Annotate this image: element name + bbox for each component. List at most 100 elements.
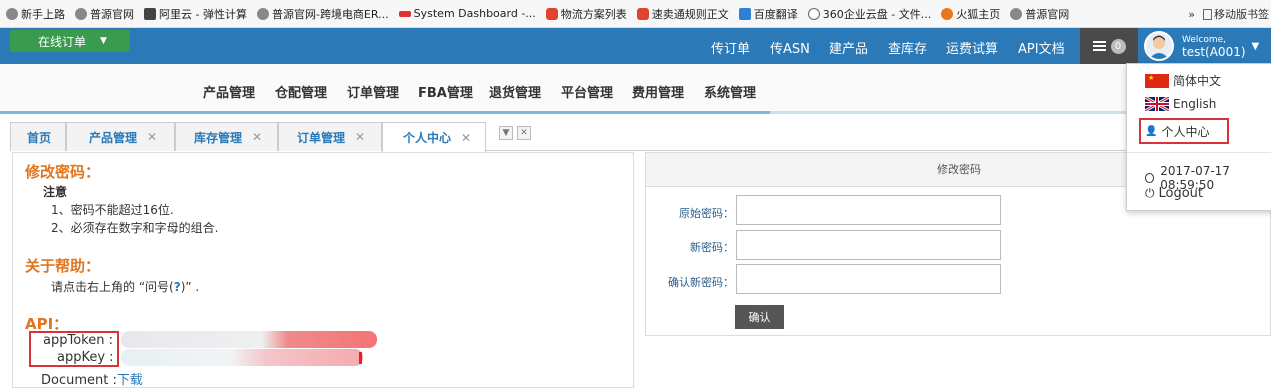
api-docs-link[interactable]: API文档 (1018, 38, 1065, 57)
close-icon[interactable]: ✕ (355, 130, 365, 144)
caret-down-icon: ▼ (100, 36, 107, 46)
user-menu-toggle[interactable]: Welcome, test(A001) ▼ (1138, 28, 1271, 64)
menu-accent-line (0, 111, 770, 114)
app-key-value-redacted (121, 349, 363, 366)
bookmark-item[interactable]: 百度翻译 (738, 6, 798, 22)
menu-fba-management[interactable]: FBA管理 (418, 82, 473, 101)
globe-icon (75, 7, 87, 20)
new-password-input[interactable] (736, 230, 1001, 260)
divider (1127, 152, 1271, 153)
menu-system-management[interactable]: 系统管理 (704, 82, 756, 101)
globe-icon (6, 7, 18, 20)
top-navbar: 在线订单 ▼ 传订单 传ASN 建产品 查库存 运费试算 API文档 0 Wel… (0, 28, 1271, 64)
close-icon[interactable]: ✕ (461, 131, 471, 145)
logout-option[interactable]: ⏻ Logout (1145, 186, 1203, 201)
bookmark-item[interactable]: 360企业云盘 - 文件... (807, 6, 931, 22)
close-icon[interactable]: ✕ (252, 130, 262, 144)
message-list-icon (1092, 41, 1106, 51)
uk-flag-icon (1145, 97, 1169, 111)
messages-button[interactable]: 0 (1080, 28, 1138, 64)
check-inventory-link[interactable]: 查库存 (888, 38, 927, 57)
menu-product-management[interactable]: 产品管理 (203, 82, 255, 101)
tab-home[interactable]: 首页 (10, 122, 66, 151)
cloud-icon (807, 7, 820, 20)
menu-fee-management[interactable]: 费用管理 (632, 82, 684, 101)
password-rule-2: 2、必须存在数字和字母的组合. (51, 221, 219, 235)
help-text: 请点击右上角的 “问号(?)” . (51, 280, 200, 294)
user-icon: 👤 (1145, 126, 1158, 137)
bookmarks-overflow: » 移动版书签 (1188, 0, 1271, 27)
create-product-link[interactable]: 建产品 (829, 38, 868, 57)
user-dropdown-menu: ★ 简体中文 English 👤 个人中心 2017-07-17 08:59:5… (1126, 63, 1271, 211)
system-icon (398, 10, 411, 17)
language-en-option[interactable]: English (1145, 97, 1216, 111)
bookmark-item[interactable]: 阿里云 - 弹性计算 (144, 6, 247, 22)
tab-list-dropdown-icon[interactable]: ▼ (499, 126, 513, 140)
confirm-password-input[interactable] (736, 264, 1001, 294)
app-token-label: appToken : (43, 333, 113, 348)
menu-order-management[interactable]: 订单管理 (347, 82, 399, 101)
help-title: 关于帮助： (25, 257, 101, 275)
confirm-button[interactable]: 确认 (735, 305, 784, 329)
bookmarks-more-button[interactable]: » (1188, 8, 1195, 21)
bookmark-item[interactable]: 普源官网 (75, 6, 134, 22)
document-row: Document :下载 (41, 373, 143, 388)
bookmark-item[interactable]: 新手上路 (6, 6, 65, 22)
translate-icon (738, 7, 751, 20)
personal-center-option[interactable]: 👤 个人中心 (1145, 123, 1209, 140)
bookmark-item[interactable]: 普源官网-跨境电商ER... (256, 6, 389, 22)
old-password-input[interactable] (736, 195, 1001, 225)
upload-order-link[interactable]: 传订单 (711, 38, 750, 57)
password-rule-1: 1、密码不能超过16位. (51, 203, 174, 217)
globe-icon (256, 7, 269, 20)
avatar (1144, 31, 1174, 61)
app-token-value-redacted (121, 331, 377, 348)
aliyun-icon (144, 7, 156, 20)
pocket-icon (636, 7, 649, 20)
pocket-icon (545, 7, 558, 20)
bookmark-item[interactable]: System Dashboard -... (398, 7, 536, 20)
bookmarks-bar: 新手上路 普源官网 阿里云 - 弹性计算 普源官网-跨境电商ER... Syst… (0, 0, 1271, 28)
note-label: 注意 (43, 185, 68, 199)
online-order-button[interactable]: 在线订单 ▼ (10, 30, 130, 52)
language-zh-option[interactable]: ★ 简体中文 (1145, 72, 1221, 89)
freight-estimate-link[interactable]: 运费试算 (946, 38, 998, 57)
main-menu: 产品管理 仓配管理 订单管理 FBA管理 退货管理 平台管理 费用管理 系统管理 (0, 64, 1271, 114)
bookmark-item[interactable]: 物流方案列表 (545, 6, 627, 22)
bookmark-item[interactable]: 普源官网 (1010, 6, 1069, 22)
tab-inventory-management[interactable]: 库存管理 ✕ (175, 122, 278, 151)
menu-platform-management[interactable]: 平台管理 (561, 82, 613, 101)
close-all-tabs-icon[interactable]: ✕ (517, 126, 531, 140)
redaction-edge (359, 352, 362, 364)
confirm-password-label: 确认新密码： (668, 276, 734, 289)
clock-icon (1145, 173, 1155, 183)
power-icon: ⏻ (1145, 186, 1155, 200)
document-download-link[interactable]: 下载 (117, 373, 143, 388)
username: test(A001) (1182, 45, 1246, 59)
menu-warehouse-management[interactable]: 仓配管理 (275, 82, 327, 101)
close-icon[interactable]: ✕ (147, 130, 157, 144)
change-password-title: 修改密码： (25, 163, 101, 181)
user-avatar-icon (1149, 35, 1169, 59)
caret-down-icon: ▼ (1251, 40, 1260, 52)
app-key-label: appKey : (57, 350, 114, 365)
mobile-bookmarks-link[interactable]: 移动版书签 (1214, 6, 1269, 22)
folder-icon (1203, 8, 1212, 20)
tab-personal-center[interactable]: 个人中心 ✕ (382, 122, 486, 152)
message-count-badge: 0 (1110, 38, 1126, 54)
firefox-icon (941, 7, 954, 20)
upload-asn-link[interactable]: 传ASN (770, 38, 810, 57)
bookmark-item[interactable]: 火狐主页 (941, 6, 1000, 22)
new-password-label: 新密码： (690, 241, 734, 254)
menu-returns-management[interactable]: 退货管理 (489, 82, 541, 101)
tab-product-management[interactable]: 产品管理 ✕ (66, 122, 175, 151)
welcome-text: Welcome, test(A001) (1182, 35, 1246, 59)
old-password-label: 原始密码： (679, 207, 734, 220)
bookmark-item[interactable]: 速卖通规则正文 (636, 6, 729, 22)
account-info-panel: 修改密码： 注意 1、密码不能超过16位. 2、必须存在数字和字母的组合. 关于… (12, 152, 634, 388)
tab-bar: 首页 产品管理 ✕ 库存管理 ✕ 订单管理 ✕ 个人中心 ✕ ▼ ✕ (10, 122, 1271, 152)
china-flag-icon: ★ (1145, 73, 1169, 88)
tab-order-management[interactable]: 订单管理 ✕ (278, 122, 382, 151)
help-question-link[interactable]: ? (174, 280, 181, 294)
globe-icon (1010, 7, 1023, 20)
